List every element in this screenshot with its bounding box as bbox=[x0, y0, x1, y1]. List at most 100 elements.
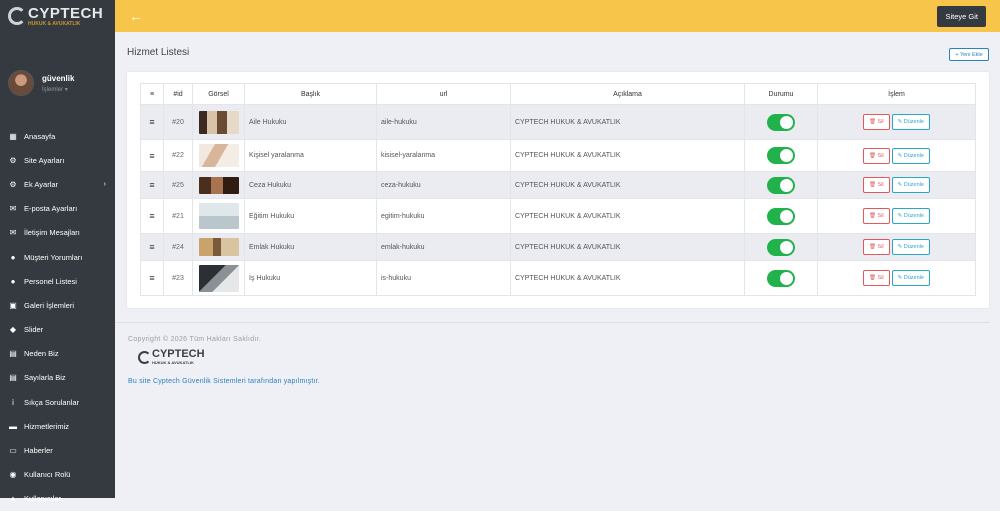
table-row: ≡ #22 Kişisel yaralanma kisisel-yaralanm… bbox=[140, 139, 976, 172]
sidebar-item-kullanici-rolu[interactable]: ◉ Kullanıcı Rolü bbox=[0, 463, 115, 487]
page-title: Hizmet Listesi bbox=[127, 47, 190, 58]
row-url: emlak-hukuku bbox=[376, 233, 511, 261]
status-toggle[interactable] bbox=[767, 113, 795, 131]
users-icon: ● bbox=[10, 276, 16, 286]
header-url[interactable]: url bbox=[376, 83, 511, 105]
add-new-button[interactable]: + Yeni Ekle bbox=[949, 48, 989, 61]
comments-icon: ● bbox=[10, 252, 16, 262]
row-title: İş Hukuku bbox=[244, 260, 377, 296]
footer-divider bbox=[115, 322, 990, 323]
delete-button[interactable]: 🗑 Sil bbox=[863, 147, 890, 164]
sidebar-item-galeri-islemleri[interactable]: ▣ Galeri İşlemleri bbox=[0, 293, 115, 317]
header-status[interactable]: Durumu bbox=[744, 83, 818, 105]
row-description: CYPTECH HUKUK & AVUKATLIK bbox=[510, 171, 745, 199]
dashboard-icon: ▦ bbox=[9, 131, 17, 141]
sliders-icon: ◆ bbox=[9, 325, 17, 335]
sidebar-item-label: Hizmetlerimiz bbox=[24, 421, 69, 431]
drag-handle-icon[interactable]: ≡ bbox=[140, 139, 164, 172]
row-title: Emlak Hukuku bbox=[244, 233, 377, 261]
delete-button[interactable]: 🗑 Sil bbox=[863, 270, 890, 286]
edit-button[interactable]: ✎ Düzenle bbox=[891, 239, 930, 255]
sidebar-item-iletisim-mesajlari[interactable]: ✉ İletişim Mesajları bbox=[0, 221, 115, 245]
sidebar-item-neden-biz[interactable]: ▤ Neden Biz bbox=[0, 342, 115, 366]
drag-handle-icon[interactable]: ≡ bbox=[140, 233, 164, 261]
sidebar-item-label: Personel Listesi bbox=[24, 276, 77, 286]
sidebar-nav: ▦ Anasayfa ⚙ Site Ayarları ⚙ Ek Ayarlar › ✉ E… bbox=[0, 124, 115, 511]
row-description: CYPTECH HUKUK & AVUKATLIK bbox=[510, 260, 745, 296]
edit-button[interactable]: ✎ Düzenle bbox=[891, 147, 930, 164]
sidebar-item-sikca-sorulanlar[interactable]: i Sıkça Sorulanlar bbox=[0, 390, 115, 414]
sidebar-item-site-ayarlari[interactable]: ⚙ Site Ayarları bbox=[0, 148, 115, 172]
chevron-right-icon: › bbox=[103, 180, 106, 188]
row-title: Aile Hukuku bbox=[244, 104, 377, 140]
sidebar-item-personel-listesi[interactable]: ● Personel Listesi bbox=[0, 269, 115, 293]
row-description: CYPTECH HUKUK & AVUKATLIK bbox=[510, 233, 745, 261]
sidebar-item-label: Site Ayarları bbox=[24, 155, 65, 165]
sidebar-item-ek-ayarlar[interactable]: ⚙ Ek Ayarlar › bbox=[0, 172, 115, 196]
sidebar-item-label: Sayılarla Biz bbox=[24, 373, 66, 383]
sidebar-item-hizmetlerimiz[interactable]: ▬ Hizmetlerimiz bbox=[0, 414, 115, 438]
edit-button[interactable]: ✎ Düzenle bbox=[891, 177, 930, 193]
sidebar-item-label: Haberler bbox=[24, 446, 53, 456]
edit-button[interactable]: ✎ Düzenle bbox=[891, 208, 930, 224]
back-arrow-icon[interactable]: ← bbox=[129, 8, 143, 24]
header-id[interactable]: #id bbox=[163, 83, 193, 105]
sidebar-item-musteri-yorumlari[interactable]: ● Müşteri Yorumları bbox=[0, 245, 115, 269]
visit-site-button[interactable]: Siteye Git bbox=[937, 5, 986, 27]
sidebar-item-label: Anasayfa bbox=[24, 131, 56, 141]
sidebar-item-label: Galeri İşlemleri bbox=[24, 300, 75, 310]
sidebar-item-label: Sıkça Sorulanlar bbox=[24, 397, 80, 407]
avatar bbox=[8, 70, 34, 96]
sidebar-item-e-posta-ayarlari[interactable]: ✉ E-posta Ayarları bbox=[0, 197, 115, 221]
sidebar-item-haberler[interactable]: ▭ Haberler bbox=[0, 438, 115, 462]
sidebar-item-slider[interactable]: ◆ Slider bbox=[0, 318, 115, 342]
drag-handle-icon[interactable]: ≡ bbox=[140, 171, 164, 199]
sidebar-item-label: Ek Ayarlar bbox=[24, 179, 59, 189]
database-icon: ▤ bbox=[9, 349, 17, 359]
status-toggle[interactable] bbox=[767, 238, 795, 256]
service-table: ≡ #id Görsel Başlık url Açıklama Durumu … bbox=[140, 83, 976, 296]
header-image[interactable]: Görsel bbox=[192, 83, 245, 105]
gear-icon: ⚙ bbox=[9, 155, 17, 165]
row-url: is-hukuku bbox=[376, 260, 511, 296]
sidebar-item-kullanicilar[interactable]: ▲ Kullanıcılar bbox=[0, 487, 115, 511]
brand-logo[interactable]: CYPTECH HUKUK & AVUKATLIK bbox=[0, 0, 115, 32]
status-toggle[interactable] bbox=[767, 147, 795, 164]
footer-logo-text: CYPTECH bbox=[152, 348, 205, 360]
sidebar-item-anasayfa[interactable]: ▦ Anasayfa bbox=[0, 124, 115, 148]
edit-button[interactable]: ✎ Düzenle bbox=[891, 114, 930, 130]
edit-button[interactable]: ✎ Düzenle bbox=[891, 270, 930, 286]
row-url: egitim-hukuku bbox=[376, 198, 511, 234]
sidebar-item-label: Slider bbox=[24, 325, 44, 335]
logo-subtext: HUKUK & AVUKATLIK bbox=[28, 20, 81, 27]
service-thumbnail bbox=[198, 238, 239, 256]
delete-button[interactable]: 🗑 Sil bbox=[863, 208, 890, 224]
header-description[interactable]: Açıklama bbox=[510, 83, 745, 105]
status-toggle[interactable] bbox=[767, 269, 795, 287]
envelope-icon: ✉ bbox=[9, 204, 17, 214]
drag-handle-icon[interactable]: ≡ bbox=[140, 260, 164, 296]
drag-handle-icon[interactable]: ≡ bbox=[140, 104, 164, 140]
status-toggle[interactable] bbox=[767, 207, 795, 225]
table-row: ≡ #20 Aile Hukuku aile-hukuku CYPTECH HU… bbox=[140, 104, 976, 140]
logo-mark-icon bbox=[8, 7, 26, 25]
header-title[interactable]: Başlık bbox=[244, 83, 377, 105]
row-description: CYPTECH HUKUK & AVUKATLIK bbox=[510, 139, 745, 172]
row-url: kisisel-yaralanma bbox=[376, 139, 511, 172]
delete-button[interactable]: 🗑 Sil bbox=[863, 239, 890, 255]
lock-icon: ▲ bbox=[9, 494, 17, 504]
eye-icon: ◉ bbox=[9, 470, 17, 480]
delete-button[interactable]: 🗑 Sil bbox=[863, 114, 890, 130]
table-row: ≡ #21 Eğitim Hukuku egitim-hukuku CYPTEC… bbox=[140, 198, 976, 234]
row-id: #24 bbox=[163, 233, 193, 261]
made-by-link[interactable]: Bu site Cyptech Güvenlik Sistemleri tara… bbox=[128, 378, 320, 385]
row-id: #20 bbox=[163, 104, 193, 140]
newspaper-icon: ▭ bbox=[9, 446, 17, 456]
delete-button[interactable]: 🗑 Sil bbox=[863, 177, 890, 193]
status-toggle[interactable] bbox=[767, 176, 795, 194]
sidebar: CYPTECH HUKUK & AVUKATLIK güvenlik İşlem… bbox=[0, 0, 115, 503]
user-menu-toggle[interactable]: İşlemler ▾ bbox=[42, 86, 74, 93]
drag-handle-icon[interactable]: ≡ bbox=[140, 198, 164, 234]
row-id: #23 bbox=[163, 260, 193, 296]
sidebar-item-sayilarla-biz[interactable]: ▤ Sayılarla Biz bbox=[0, 366, 115, 390]
